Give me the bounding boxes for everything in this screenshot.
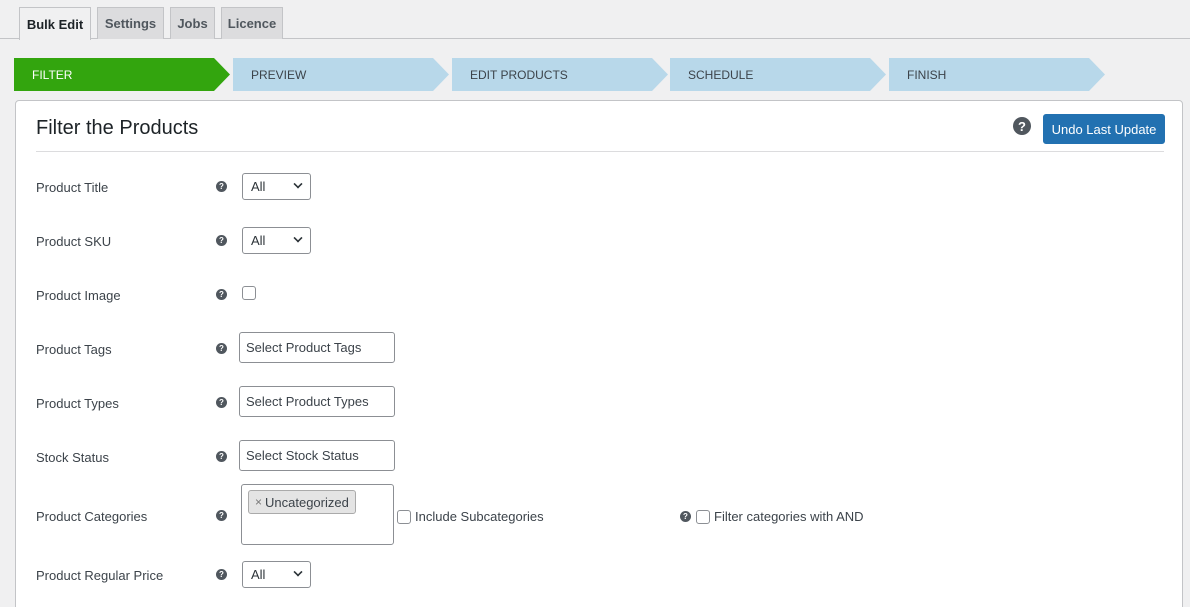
product-sku-help-icon[interactable]: ? (216, 235, 227, 246)
step-finish[interactable]: FINISH (889, 58, 1105, 91)
category-chip-label: Uncategorized (265, 494, 349, 510)
tab-bar: Bulk Edit Settings Jobs Licence (0, 0, 1190, 40)
product-sku-label: Product SKU (36, 234, 112, 249)
product-sku-select-value: All (251, 233, 266, 248)
help-icon[interactable]: ? (1013, 117, 1031, 135)
filter-panel: Filter the Products ? Undo Last Update P… (15, 100, 1183, 607)
wizard-steps: FILTER PREVIEW EDIT PRODUCTS SCHEDULE FI… (14, 58, 1114, 91)
product-types-help-icon[interactable]: ? (216, 397, 227, 408)
product-categories-label: Product Categories (36, 509, 148, 524)
product-image-help-icon[interactable]: ? (216, 289, 227, 300)
stock-status-label: Stock Status (36, 450, 109, 465)
product-regular-price-label: Product Regular Price (36, 568, 164, 583)
tab-licence[interactable]: Licence (221, 7, 283, 39)
chevron-down-icon (293, 567, 303, 577)
undo-last-update-button[interactable]: Undo Last Update (1043, 114, 1165, 144)
step-filter[interactable]: FILTER (14, 58, 230, 91)
product-image-label: Product Image (36, 288, 121, 303)
product-categories-help-icon[interactable]: ? (216, 510, 227, 521)
chevron-down-icon (293, 179, 303, 189)
stock-status-input[interactable]: Select Stock Status (239, 440, 395, 471)
step-schedule[interactable]: SCHEDULE (670, 58, 886, 91)
product-title-select[interactable]: All (242, 173, 311, 200)
tab-jobs[interactable]: Jobs (170, 7, 215, 39)
step-edit-products[interactable]: EDIT PRODUCTS (452, 58, 668, 91)
divider (36, 151, 1164, 152)
product-sku-select[interactable]: All (242, 227, 311, 254)
product-title-help-icon[interactable]: ? (216, 181, 227, 192)
tab-bulk-edit[interactable]: Bulk Edit (19, 7, 91, 40)
product-regular-price-select[interactable]: All (242, 561, 311, 588)
product-title-label: Product Title (36, 180, 109, 195)
filter-and-help-icon[interactable]: ? (680, 511, 691, 522)
step-preview[interactable]: PREVIEW (233, 58, 449, 91)
filter-categories-and-label: Filter categories with AND (714, 509, 864, 524)
include-subcategories-checkbox[interactable] (397, 510, 411, 524)
product-image-checkbox[interactable] (242, 286, 256, 300)
product-regular-price-select-value: All (251, 567, 266, 582)
product-title-select-value: All (251, 179, 266, 194)
chevron-down-icon (293, 233, 303, 243)
include-subcategories-label: Include Subcategories (415, 509, 544, 524)
filter-categories-and-checkbox[interactable] (696, 510, 710, 524)
product-tags-help-icon[interactable]: ? (216, 343, 227, 354)
product-types-input[interactable]: Select Product Types (239, 386, 395, 417)
product-tags-input[interactable]: Select Product Tags (239, 332, 395, 363)
stock-status-help-icon[interactable]: ? (216, 451, 227, 462)
page-title: Filter the Products (36, 117, 199, 139)
product-tags-label: Product Tags (36, 342, 112, 357)
remove-chip-icon[interactable]: × (255, 495, 262, 509)
product-categories-multiselect[interactable]: × Uncategorized (241, 484, 394, 545)
tab-settings[interactable]: Settings (97, 7, 164, 39)
product-types-label: Product Types (36, 396, 119, 411)
product-regular-price-help-icon[interactable]: ? (216, 569, 227, 580)
category-chip: × Uncategorized (248, 490, 356, 514)
